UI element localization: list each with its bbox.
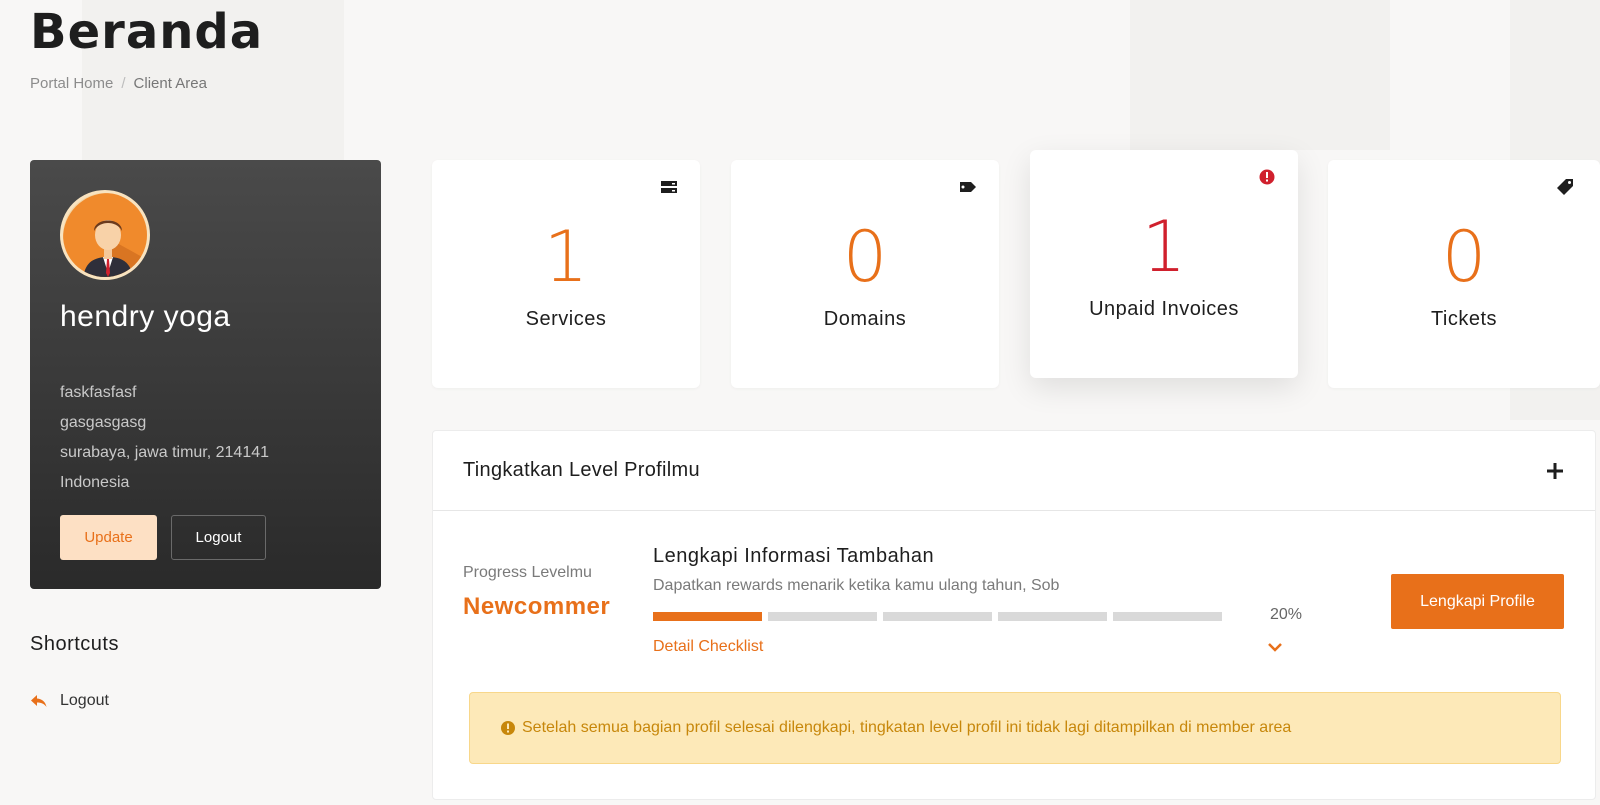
shortcut-label: Logout: [60, 692, 109, 709]
address-line: gasgasgasg: [60, 414, 147, 431]
avatar: [60, 190, 150, 280]
stat-card-unpaid-invoices[interactable]: 1 Unpaid Invoices: [1030, 150, 1298, 378]
tag-icon: [959, 178, 977, 196]
shortcuts-title: Shortcuts: [30, 633, 119, 655]
panel-header: Tingkatkan Level Profilmu: [433, 431, 1595, 511]
address-line: Indonesia: [60, 474, 130, 491]
chevron-down-icon[interactable]: [1267, 640, 1283, 654]
profile-name: hendry yoga: [60, 300, 231, 333]
server-icon: [660, 178, 678, 196]
shortcut-logout[interactable]: Logout: [30, 692, 109, 710]
stat-card-services[interactable]: 1 Services: [432, 160, 700, 388]
exclamation-circle-icon: [1258, 168, 1276, 186]
progress-segment: [768, 612, 877, 621]
complete-profile-button[interactable]: Lengkapi Profile: [1391, 574, 1564, 629]
stat-value: 1: [1141, 206, 1187, 288]
info-alert: Setelah semua bagian profil selesai dile…: [469, 692, 1561, 764]
stat-value: 0: [842, 216, 888, 298]
breadcrumb: Portal Home / Client Area: [30, 75, 207, 92]
stat-value: 0: [1441, 216, 1487, 298]
profile-card: hendry yoga faskfasfasf gasgasgasg surab…: [30, 160, 381, 589]
progress-label: Progress Levelmu: [463, 564, 592, 581]
address-line: surabaya, jawa timur, 214141: [60, 444, 270, 461]
progress-percent: 20%: [1269, 606, 1303, 623]
progress-segment: [653, 612, 762, 621]
task-subtitle: Dapatkan rewards menarik ketika kamu ula…: [653, 577, 1060, 594]
ticket-icon: [1556, 178, 1574, 196]
progress-bar: [653, 612, 1222, 621]
update-button[interactable]: Update: [60, 515, 157, 560]
page-title: Beranda: [30, 4, 264, 60]
logout-button[interactable]: Logout: [171, 515, 266, 560]
breadcrumb-separator: /: [121, 75, 126, 92]
progress-segment: [883, 612, 992, 621]
stat-label: Domains: [823, 308, 907, 330]
stat-label: Tickets: [1430, 308, 1498, 330]
alert-text: Setelah semua bagian profil selesai dile…: [522, 719, 1292, 736]
stat-value: 1: [543, 216, 589, 298]
background-shape: [1130, 0, 1390, 150]
panel-title: Tingkatkan Level Profilmu: [463, 459, 700, 481]
plus-icon[interactable]: [1545, 461, 1565, 481]
breadcrumb-current: Client Area: [133, 75, 207, 92]
stat-label: Unpaid Invoices: [1089, 298, 1239, 320]
profile-level-panel: Tingkatkan Level Profilmu Progress Level…: [432, 430, 1596, 800]
progress-segment: [998, 612, 1107, 621]
stat-card-tickets[interactable]: 0 Tickets: [1328, 160, 1600, 388]
stat-label: Services: [525, 308, 607, 330]
stat-card-domains[interactable]: 0 Domains: [731, 160, 999, 388]
progress-segment: [1113, 612, 1222, 621]
breadcrumb-home-link[interactable]: Portal Home: [30, 75, 113, 92]
address-line: faskfasfasf: [60, 384, 137, 401]
profile-address: faskfasfasf gasgasgasg surabaya, jawa ti…: [60, 378, 269, 498]
level-name: Newcommer: [463, 593, 611, 620]
reply-icon: [30, 692, 48, 710]
detail-checklist-link[interactable]: Detail Checklist: [653, 638, 763, 656]
task-title: Lengkapi Informasi Tambahan: [653, 545, 935, 567]
exclamation-circle-icon: [500, 720, 516, 736]
user-avatar-icon: [63, 193, 147, 277]
